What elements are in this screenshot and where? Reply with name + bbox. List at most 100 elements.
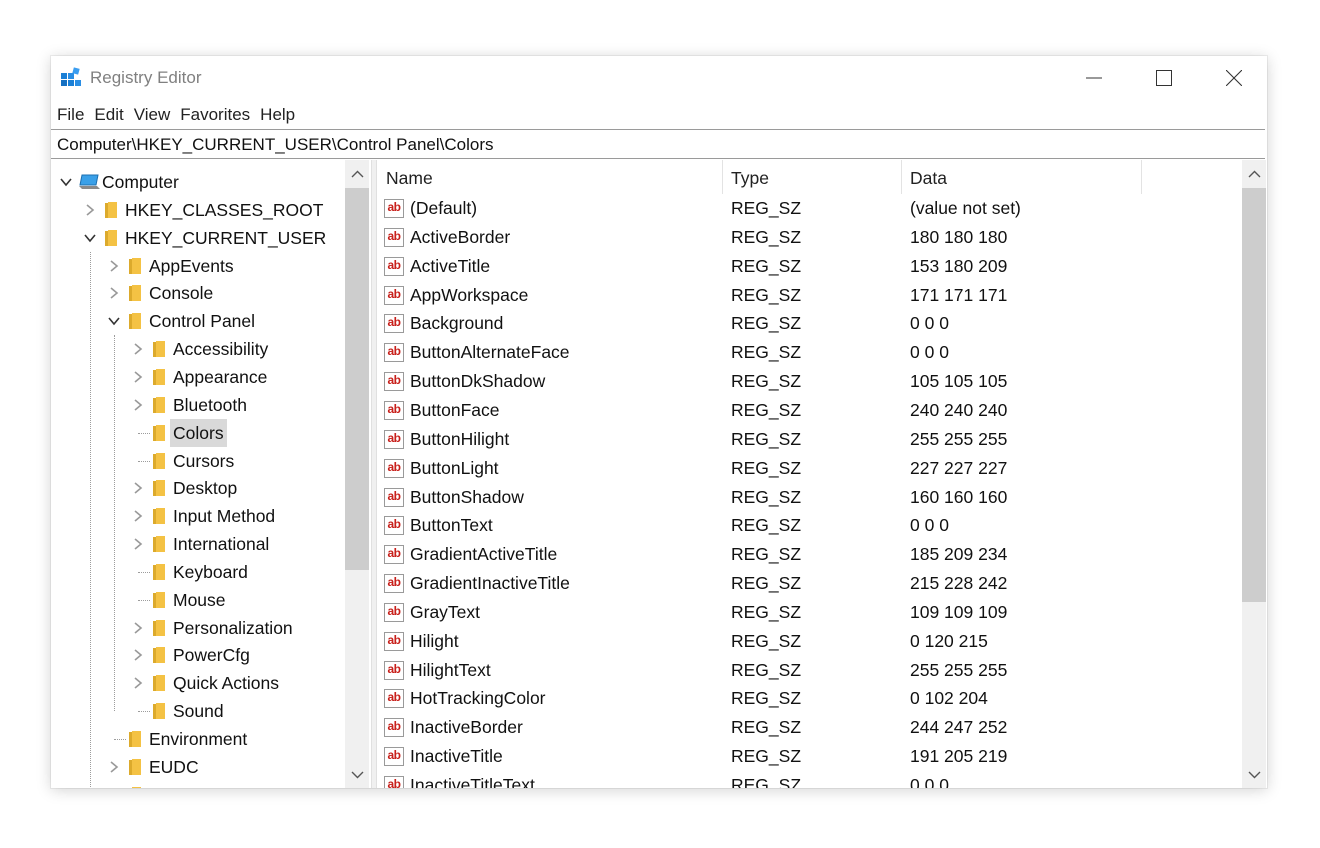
menu-file[interactable]: File (54, 102, 87, 128)
chevron-right-icon[interactable] (107, 259, 121, 273)
tree-node[interactable]: HKEY_CLASSES_ROOT (51, 196, 341, 224)
scroll-up-icon[interactable] (1246, 166, 1263, 183)
values-scrollbar[interactable] (1242, 160, 1266, 788)
chevron-right-icon[interactable] (131, 342, 145, 356)
value-row[interactable]: ab InactiveBorder REG_SZ 244 247 252 (378, 713, 1238, 742)
tree-node-label: Accessibility (173, 339, 269, 360)
chevron-right-icon[interactable] (131, 481, 145, 495)
value-row[interactable]: ab Hilight REG_SZ 0 120 215 (378, 627, 1238, 656)
value-name: Background (410, 313, 504, 334)
value-name: ButtonText (410, 515, 493, 536)
tree-node[interactable]: Sound (51, 697, 341, 725)
value-row[interactable]: ab ButtonDkShadow REG_SZ 105 105 105 (378, 367, 1238, 396)
tree-node[interactable]: Control Panel (51, 307, 341, 335)
folder-icon (129, 285, 141, 302)
pane-splitter[interactable] (371, 160, 377, 788)
tree-node[interactable]: Keyboard Layout (51, 781, 341, 788)
tree-node[interactable]: EUDC (51, 753, 341, 781)
tree-node[interactable]: Keyboard (51, 558, 341, 586)
value-row[interactable]: ab AppWorkspace REG_SZ 171 171 171 (378, 281, 1238, 310)
chevron-right-icon[interactable] (107, 760, 121, 774)
string-value-icon: ab (384, 689, 404, 709)
tree-node[interactable]: PowerCfg (51, 641, 341, 669)
value-data: 0 0 0 (910, 313, 949, 334)
chevron-right-icon[interactable] (131, 509, 145, 523)
maximize-button[interactable] (1131, 56, 1197, 100)
value-row[interactable]: ab GradientActiveTitle REG_SZ 185 209 234 (378, 540, 1238, 569)
tree-node[interactable]: Quick Actions (51, 669, 341, 697)
tree-node[interactable]: Input Method (51, 502, 341, 530)
tree-node[interactable]: Environment (51, 725, 341, 753)
tree-node[interactable]: Appearance (51, 363, 341, 391)
string-value-icon: ab (384, 660, 404, 680)
value-row[interactable]: ab GradientInactiveTitle REG_SZ 215 228 242 (378, 569, 1238, 598)
value-name: Hilight (410, 630, 459, 651)
value-name: GradientInactiveTitle (410, 573, 570, 594)
column-header-data[interactable]: Data (902, 160, 1142, 194)
scroll-up-icon[interactable] (349, 166, 366, 183)
value-row[interactable]: ab InactiveTitle REG_SZ 191 205 219 (378, 742, 1238, 771)
tree-node[interactable]: HKEY_CURRENT_USER (51, 224, 341, 252)
column-header-type[interactable]: Type (723, 160, 902, 194)
address-bar[interactable]: Computer\HKEY_CURRENT_USER\Control Panel… (51, 129, 1265, 159)
tree-node[interactable]: Accessibility (51, 335, 341, 363)
value-row[interactable]: ab ButtonHilight REG_SZ 255 255 255 (378, 425, 1238, 454)
value-row[interactable]: ab Background REG_SZ 0 0 0 (378, 309, 1238, 338)
chevron-down-icon[interactable] (59, 175, 73, 189)
close-icon (1226, 70, 1242, 86)
chevron-down-icon[interactable] (107, 314, 121, 328)
menu-edit[interactable]: Edit (91, 102, 126, 128)
tree-node[interactable]: Desktop (51, 474, 341, 502)
tree-node[interactable]: AppEvents (51, 252, 341, 280)
column-header-name[interactable]: Name (378, 160, 723, 194)
folder-icon (153, 341, 165, 358)
value-row[interactable]: ab ButtonAlternateFace REG_SZ 0 0 0 (378, 338, 1238, 367)
tree-node[interactable]: Bluetooth (51, 391, 341, 419)
value-row[interactable]: ab ButtonFace REG_SZ 240 240 240 (378, 396, 1238, 425)
value-row[interactable]: ab InactiveTitleText REG_SZ 0 0 0 (378, 771, 1238, 788)
tree-scrollbar-thumb[interactable] (345, 188, 369, 570)
close-button[interactable] (1201, 56, 1267, 100)
minimize-button[interactable] (1061, 56, 1127, 100)
scroll-down-icon[interactable] (349, 766, 366, 783)
tree-node[interactable]: Cursors (51, 447, 341, 475)
string-value-icon: ab (384, 602, 404, 622)
scroll-down-icon[interactable] (1246, 766, 1263, 783)
value-name: ActiveBorder (410, 226, 511, 247)
value-row[interactable]: ab ActiveBorder REG_SZ 180 180 180 (378, 223, 1238, 252)
value-row[interactable]: ab HilightText REG_SZ 255 255 255 (378, 656, 1238, 685)
menu-view[interactable]: View (131, 102, 174, 128)
tree-node[interactable]: Mouse (51, 586, 341, 614)
value-type: REG_SZ (731, 775, 802, 788)
value-name: ButtonAlternateFace (410, 342, 570, 363)
chevron-right-icon[interactable] (107, 286, 121, 300)
value-row[interactable]: ab (Default) REG_SZ (value not set) (378, 194, 1238, 223)
chevron-right-icon[interactable] (131, 398, 145, 412)
menu-favorites[interactable]: Favorites (177, 102, 253, 128)
chevron-right-icon[interactable] (131, 676, 145, 690)
tree-node[interactable]: International (51, 530, 341, 558)
tree-node[interactable]: Computer (51, 168, 341, 196)
tree-node[interactable]: Personalization (51, 614, 341, 642)
tree-node[interactable]: Console (51, 279, 341, 307)
value-row[interactable]: ab GrayText REG_SZ 109 109 109 (378, 598, 1238, 627)
chevron-down-icon[interactable] (83, 231, 97, 245)
value-type: REG_SZ (731, 544, 802, 565)
tree-node-label: PowerCfg (173, 645, 250, 666)
value-row[interactable]: ab ButtonText REG_SZ 0 0 0 (378, 511, 1238, 540)
chevron-right-icon[interactable] (131, 621, 145, 635)
value-row[interactable]: ab ButtonLight REG_SZ 227 227 227 (378, 454, 1238, 483)
chevron-right-icon[interactable] (131, 648, 145, 662)
tree-node[interactable]: Colors (51, 418, 341, 447)
string-value-icon: ab (384, 314, 404, 334)
chevron-right-icon[interactable] (131, 537, 145, 551)
value-row[interactable]: ab ActiveTitle REG_SZ 153 180 209 (378, 252, 1238, 281)
values-scrollbar-thumb[interactable] (1242, 188, 1266, 602)
title-bar[interactable]: Registry Editor (51, 56, 1267, 100)
value-row[interactable]: ab HotTrackingColor REG_SZ 0 102 204 (378, 684, 1238, 713)
chevron-right-icon[interactable] (131, 370, 145, 384)
value-row[interactable]: ab ButtonShadow REG_SZ 160 160 160 (378, 483, 1238, 512)
tree-scrollbar[interactable] (345, 160, 369, 788)
menu-help[interactable]: Help (257, 102, 298, 128)
chevron-right-icon[interactable] (83, 203, 97, 217)
